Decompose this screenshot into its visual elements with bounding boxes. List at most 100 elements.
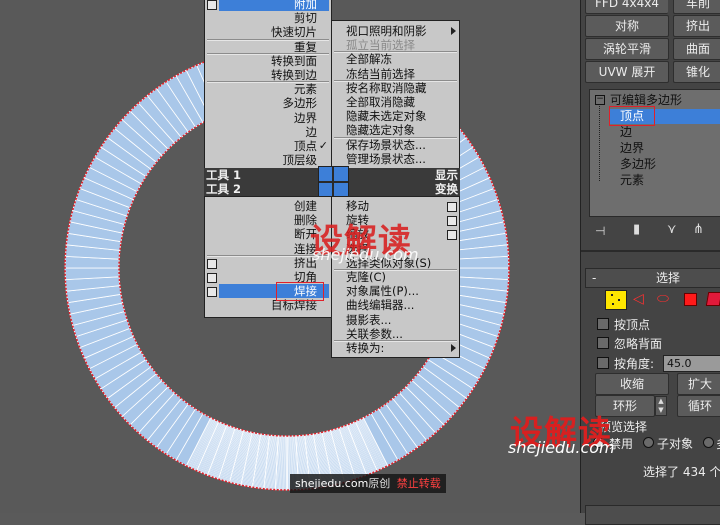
- settings-box-icon[interactable]: [207, 0, 217, 10]
- preview-subobject-radio[interactable]: [643, 437, 654, 448]
- preview-multi-radio[interactable]: [703, 437, 714, 448]
- next-rollout-header[interactable]: [585, 505, 720, 525]
- menu-item-left-top-5[interactable]: 转换到边: [271, 68, 317, 82]
- menu-separator: [334, 340, 457, 342]
- submenu-arrow-icon: [451, 344, 456, 352]
- menu-item-right-top-9[interactable]: 管理场景状态...: [346, 152, 426, 166]
- by-vertex-checkbox[interactable]: [597, 318, 609, 330]
- edge-mode-icon[interactable]: ◁: [633, 292, 644, 306]
- settings-box-icon[interactable]: [207, 259, 217, 269]
- quad-header-tools2[interactable]: 工具 2: [204, 182, 320, 196]
- menu-item-right-bottom-9[interactable]: 关联参数...: [346, 327, 403, 341]
- menu-item-right-top-3[interactable]: 冻结当前选择: [346, 67, 415, 81]
- menu-item-left-top-4[interactable]: 转换到面: [271, 54, 317, 68]
- ignore-backfacing-label: 忽略背面: [614, 335, 662, 352]
- highlight-box-weld: [276, 282, 324, 301]
- collapse-icon[interactable]: −: [595, 95, 605, 105]
- loop-button[interactable]: 循环: [677, 395, 720, 417]
- lathe-button[interactable]: 车削: [673, 0, 720, 14]
- watermark-url: shejiedu.com: [312, 245, 419, 264]
- menu-item-left-bottom-0[interactable]: 创建: [294, 199, 317, 213]
- border-mode-icon[interactable]: ⬭: [657, 292, 669, 306]
- menu-item-right-bottom-6[interactable]: 对象属性(P)...: [346, 284, 419, 298]
- menu-item-right-bottom-10[interactable]: 转换为:: [346, 341, 384, 355]
- rollout-toggle: -: [592, 269, 596, 287]
- menu-item-right-top-8[interactable]: 保存场景状态...: [346, 138, 426, 152]
- stack-item-polygon[interactable]: 多边形: [620, 157, 656, 172]
- remove-modifier-icon[interactable]: ⋔: [693, 222, 707, 238]
- menu-separator: [334, 51, 457, 53]
- preview-multi-label: 多: [716, 435, 720, 452]
- menu-item-left-top-10[interactable]: 顶点: [294, 139, 317, 153]
- menu-item-left-top-6[interactable]: 元素: [294, 82, 317, 96]
- quad-header-display[interactable]: 显示: [347, 168, 460, 182]
- uvw-unwrap-button[interactable]: UVW 展开: [585, 61, 669, 83]
- settings-box-icon[interactable]: [207, 273, 217, 283]
- panel-divider: [581, 250, 720, 252]
- menu-item-right-top-4[interactable]: 按名称取消隐藏: [346, 81, 427, 95]
- angle-spinner[interactable]: 45.0: [663, 355, 720, 372]
- menu-item-right-top-5[interactable]: 全部取消隐藏: [346, 95, 415, 109]
- settings-box-icon[interactable]: [447, 216, 457, 226]
- element-mode-icon[interactable]: [706, 292, 720, 306]
- menu-item-right-bottom-5[interactable]: 克隆(C): [346, 270, 386, 284]
- shrink-button[interactable]: 收缩: [595, 373, 669, 395]
- menu-separator: [207, 53, 329, 55]
- surface-button[interactable]: 曲面: [673, 38, 720, 60]
- menu-item-left-top-2[interactable]: 快速切片: [271, 25, 317, 39]
- menu-item-right-top-0[interactable]: 视口照明和阴影: [346, 24, 427, 38]
- by-angle-checkbox[interactable]: [597, 357, 609, 369]
- credit-original: 原创: [368, 477, 390, 490]
- menu-item-left-top-8[interactable]: 边界: [294, 111, 317, 125]
- menu-item-right-top-2[interactable]: 全部解冻: [346, 52, 392, 66]
- taper-button[interactable]: 锥化: [673, 61, 720, 83]
- stack-item-element[interactable]: 元素: [620, 173, 644, 188]
- menu-item-right-bottom-7[interactable]: 曲线编辑器...: [346, 298, 414, 312]
- menu-item-right-top-1[interactable]: 孤立当前选择: [346, 38, 415, 52]
- polygon-mode-icon[interactable]: [684, 293, 697, 306]
- menu-separator: [207, 39, 329, 41]
- menu-item-left-top-9[interactable]: 边: [306, 125, 318, 139]
- quad-header-tools1[interactable]: 工具 1: [204, 168, 320, 182]
- ffd-button[interactable]: FFD 4x4x4: [585, 0, 668, 14]
- vertex-mode-icon[interactable]: [605, 290, 627, 310]
- grow-button[interactable]: 扩大: [677, 373, 720, 395]
- pin-stack-icon[interactable]: ⊣: [595, 224, 611, 238]
- show-end-result-icon[interactable]: ▮: [633, 222, 643, 238]
- preview-subobject-label: 子对象: [657, 435, 693, 452]
- stack-item-edge[interactable]: 边: [620, 125, 632, 140]
- symmetry-button[interactable]: 对称: [585, 15, 669, 37]
- submenu-arrow-icon: [451, 27, 456, 35]
- rollout-title: 选择: [656, 269, 680, 287]
- quad-menu-display: 视口照明和阴影孤立当前选择全部解冻冻结当前选择按名称取消隐藏全部取消隐藏隐藏未选…: [331, 20, 460, 170]
- quad-center-icon[interactable]: [318, 166, 349, 198]
- turbosmooth-button[interactable]: 涡轮平滑: [585, 38, 669, 60]
- menu-item-right-bottom-0[interactable]: 移动: [346, 199, 369, 213]
- menu-separator: [334, 137, 457, 139]
- settings-box-icon[interactable]: [447, 202, 457, 212]
- menu-item-right-bottom-8[interactable]: 摄影表...: [346, 313, 391, 327]
- highlight-box-vertex: [609, 106, 655, 126]
- quad-header-transform[interactable]: 变换: [347, 182, 460, 196]
- menu-separator: [334, 80, 457, 82]
- menu-item-left-top-11[interactable]: 顶层级: [283, 153, 318, 167]
- selection-status: 选择了 434 个顶点: [643, 463, 720, 480]
- credit-site: shejiedu.com: [295, 477, 368, 490]
- settings-box-icon[interactable]: [447, 230, 457, 240]
- selection-rollout-header[interactable]: - 选择: [585, 268, 720, 288]
- menu-item-right-top-7[interactable]: 隐藏选定对象: [346, 123, 415, 137]
- ignore-backfacing-checkbox[interactable]: [597, 337, 609, 349]
- menu-item-right-top-6[interactable]: 隐藏未选定对象: [346, 109, 427, 123]
- stack-item-border[interactable]: 边界: [620, 141, 644, 156]
- menu-item-left-top-1[interactable]: 剪切: [294, 11, 317, 25]
- make-unique-icon[interactable]: ⋎: [667, 222, 681, 238]
- settings-box-icon[interactable]: [207, 287, 217, 297]
- menu-item-left-top-3[interactable]: 重复: [294, 40, 317, 54]
- credit-banner: shejiedu.com原创 禁止转载: [290, 474, 446, 493]
- menu-item-left-top-7[interactable]: 多边形: [283, 96, 318, 110]
- ring-spinner-icon[interactable]: ▲▼: [655, 396, 667, 416]
- checkmark-icon: ✓: [319, 139, 328, 152]
- menu-separator: [334, 269, 457, 271]
- extrude-button[interactable]: 挤出: [673, 15, 720, 37]
- menu-item-left-top-0[interactable]: 附加: [219, 0, 329, 11]
